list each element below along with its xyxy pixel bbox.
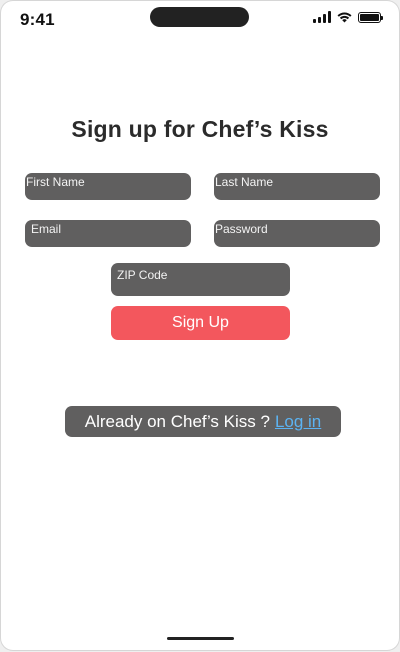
login-prompt-text: Already on Chef’s Kiss ?: [84, 411, 270, 431]
first-name-field[interactable]: First Name: [25, 173, 191, 200]
login-prompt: Already on Chef’s Kiss ? Log in: [65, 406, 341, 437]
page-title: Sign up for Chef’s Kiss: [71, 116, 329, 142]
status-time: 9:41: [20, 10, 55, 29]
sign-up-button[interactable]: Sign Up: [111, 306, 290, 340]
wifi-icon: [337, 12, 352, 23]
status-bar: 9:41: [1, 1, 399, 37]
home-indicator[interactable]: [167, 637, 234, 640]
signal-icon: [313, 11, 331, 23]
dynamic-island: [150, 7, 249, 27]
status-icons: [313, 11, 383, 23]
last-name-field[interactable]: Last Name: [214, 173, 380, 200]
zip-code-field[interactable]: ZIP Code: [111, 263, 290, 296]
password-field[interactable]: Password: [214, 220, 380, 247]
battery-icon: [358, 11, 383, 23]
phone-screen: 9:41 Sign up for Chef’s Kiss First Name …: [1, 1, 399, 650]
email-field[interactable]: Email: [25, 220, 191, 247]
log-in-link[interactable]: Log in: [275, 412, 321, 432]
